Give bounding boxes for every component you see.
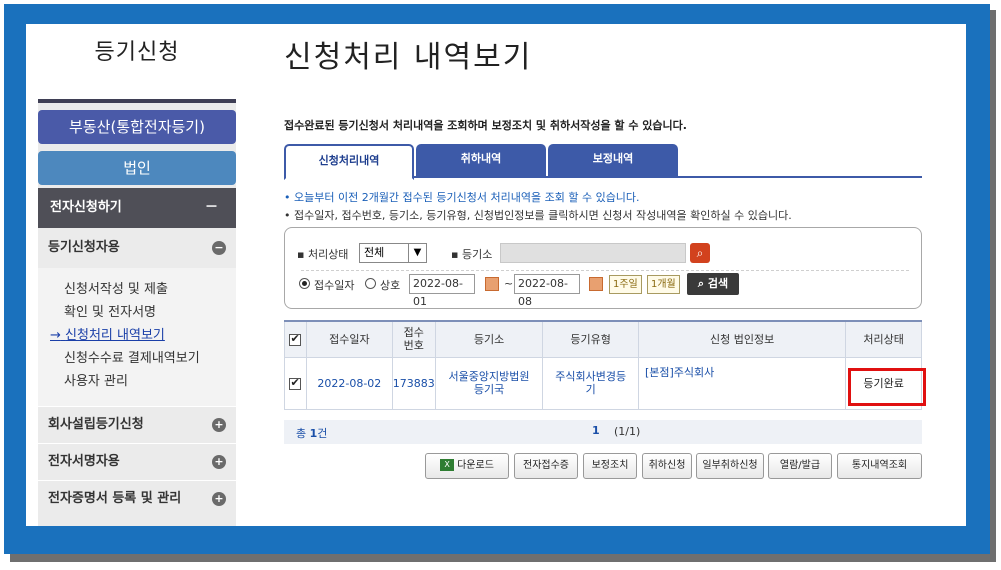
sidebar-item-label: 전자신청하기	[50, 200, 122, 215]
submenu-item-history[interactable]: → 신청처리 내역보기	[50, 324, 165, 343]
select-all-checkbox[interactable]	[289, 332, 302, 346]
page-intro: 접수완료된 등기신청서 처리내역을 조회하며 보정조치 및 취하서작성을 할 수…	[284, 119, 687, 132]
sidebar-item-label: 등기신청자용	[48, 240, 120, 255]
submenu-item-label: 신청처리 내역보기	[65, 328, 165, 343]
calendar-icon[interactable]	[589, 277, 603, 291]
sidebar-item-label: 전자서명자용	[48, 454, 120, 469]
total-prefix: 총	[296, 427, 310, 440]
submenu-item-fee[interactable]: 신청수수료 결제내역보기	[64, 347, 200, 366]
status-text: 등기완료	[863, 377, 904, 390]
status-select-value: 전체	[364, 246, 385, 259]
date-separator: ~	[504, 277, 514, 290]
plus-circle-icon: +	[212, 492, 226, 506]
notice-history-button[interactable]: 통지내역조회	[837, 453, 922, 479]
chevron-down-icon: ▼	[408, 244, 426, 262]
sidebar-item-company[interactable]: 회사설립등기신청 +	[38, 407, 236, 443]
correction-button[interactable]: 보정조치	[583, 453, 637, 479]
collapse-icon: －	[204, 200, 218, 215]
receipt-button[interactable]: 전자접수증	[514, 453, 578, 479]
submenu: 신청서작성 및 제출 확인 및 전자서명 → 신청처리 내역보기 신청수수료 결…	[38, 268, 236, 406]
result-table: 접수일자 접수 번호 등기소 등기유형 신청 법인정보 처리상태 2022-08…	[284, 320, 927, 410]
sidebar-header: 등기신청	[38, 24, 236, 100]
column-header: 접수 번호	[391, 320, 436, 358]
page-title: 신청처리 내역보기	[284, 40, 533, 75]
download-label: 다운로드	[457, 460, 494, 471]
date-from-input[interactable]: 2022-08-01	[409, 274, 475, 308]
sidebar: 등기신청 부동산(통합전자등기) 법인 전자신청하기 － 등기신청자용 − 신청…	[38, 24, 236, 526]
search-button[interactable]: ⌕ 검색	[687, 273, 739, 295]
header-checkbox-cell	[284, 320, 307, 358]
sidebar-title: 등기신청	[94, 40, 180, 65]
search-icon: ⌕	[697, 277, 705, 290]
tab-withdrawal[interactable]: 취하내역	[416, 144, 546, 178]
content-area: 등기신청 부동산(통합전자등기) 법인 전자신청하기 － 등기신청자용 − 신청…	[26, 24, 966, 526]
radio-date[interactable]	[299, 278, 310, 289]
tab-bar: 신청처리내역 취하내역 보정내역	[284, 144, 922, 180]
status-label: ▪ 처리상태	[297, 248, 349, 261]
registry-label: ▪ 등기소	[451, 248, 493, 261]
page-link-current[interactable]: 1	[592, 424, 600, 437]
submenu-item-write[interactable]: 신청서작성 및 제출	[64, 278, 168, 297]
sidebar-item-e-apply[interactable]: 전자신청하기 －	[38, 188, 236, 228]
radio-name-label: 상호	[380, 279, 401, 292]
minus-circle-icon: −	[212, 241, 226, 255]
plus-circle-icon: +	[212, 418, 226, 432]
search-icon[interactable]: ⌕	[690, 243, 710, 263]
view-issue-button[interactable]: 열람/발급	[768, 453, 832, 479]
date-to-input[interactable]: 2022-08-08	[514, 274, 580, 308]
search-button-label: 검색	[707, 277, 729, 290]
receipt-date-link[interactable]: 2022-08-02	[305, 356, 393, 410]
submenu-item-users[interactable]: 사용자 관리	[64, 370, 128, 389]
receipt-number-link[interactable]: 173883	[391, 356, 436, 410]
notice-click: • 접수일자, 접수번호, 등기소, 등기유형, 신청법인정보를 클릭하시면 신…	[284, 209, 792, 222]
notice-period: • 오늘부터 이전 2개월간 접수된 등기신청서 처리내역을 조회 할 수 있습…	[284, 191, 640, 204]
submenu-item-sign[interactable]: 확인 및 전자서명	[64, 301, 156, 320]
week-button[interactable]: 1주일	[609, 275, 642, 294]
corporation-button[interactable]: 법인	[38, 151, 236, 185]
corp-info-link[interactable]: [본점]주식회사	[637, 356, 847, 410]
sidebar-item-label: 회사설립등기신청	[48, 417, 144, 432]
registry-office-link[interactable]: 서울중앙지방법원 등기국	[434, 356, 544, 410]
arrow-right-icon: →	[50, 328, 61, 343]
sidebar-item-cert[interactable]: 전자증명서 등록 및 관리 +	[38, 481, 236, 517]
column-header: 신청 법인정보	[637, 320, 847, 358]
table-footer: 총 1건 1 (1/1)	[284, 420, 922, 444]
status-cell: 등기완료	[845, 356, 927, 410]
column-header: 등기유형	[542, 320, 639, 358]
total-count: 총 1건	[296, 425, 327, 441]
registration-type-link[interactable]: 주식회사변경등 기	[542, 356, 639, 410]
withdraw-button[interactable]: 취하신청	[642, 453, 692, 479]
excel-icon: X	[440, 459, 455, 471]
sidebar-item-label: 전자증명서 등록 및 관리	[48, 491, 182, 506]
total-suffix: 건	[317, 427, 328, 440]
partial-withdraw-button[interactable]: 일부취하신청	[696, 453, 764, 479]
registry-input[interactable]	[500, 243, 686, 263]
table-row: 2022-08-02 173883 서울중앙지방법원 등기국 주식회사변경등 기…	[284, 356, 927, 410]
page-indicator: (1/1)	[614, 425, 641, 438]
sidebar-divider	[38, 99, 236, 103]
row-checkbox-cell	[284, 356, 307, 410]
tab-history[interactable]: 신청처리내역	[284, 144, 414, 180]
column-header: 접수일자	[305, 320, 393, 358]
sidebar-item-applicant[interactable]: 등기신청자용 −	[38, 230, 236, 266]
radio-name[interactable]	[365, 278, 376, 289]
row-checkbox[interactable]	[289, 376, 302, 390]
sidebar-item-esign[interactable]: 전자서명자용 +	[38, 444, 236, 480]
radio-date-label: 접수일자	[314, 279, 355, 292]
column-header: 등기소	[434, 320, 544, 358]
table-header-row: 접수일자 접수 번호 등기소 등기유형 신청 법인정보 처리상태	[284, 320, 922, 358]
plus-circle-icon: +	[212, 455, 226, 469]
download-button[interactable]: X 다운로드	[425, 453, 509, 479]
dashed-divider	[301, 270, 909, 271]
column-header: 처리상태	[845, 320, 922, 358]
search-panel: ▪ 처리상태 전체 ▼ ▪ 등기소 ⌕ 접수일자 상호 2022-08-01 ~…	[284, 227, 922, 309]
status-select[interactable]: 전체 ▼	[359, 243, 427, 263]
month-button[interactable]: 1개월	[647, 275, 680, 294]
calendar-icon[interactable]	[485, 277, 499, 291]
realestate-button[interactable]: 부동산(통합전자등기)	[38, 110, 236, 144]
tab-correction[interactable]: 보정내역	[548, 144, 678, 178]
